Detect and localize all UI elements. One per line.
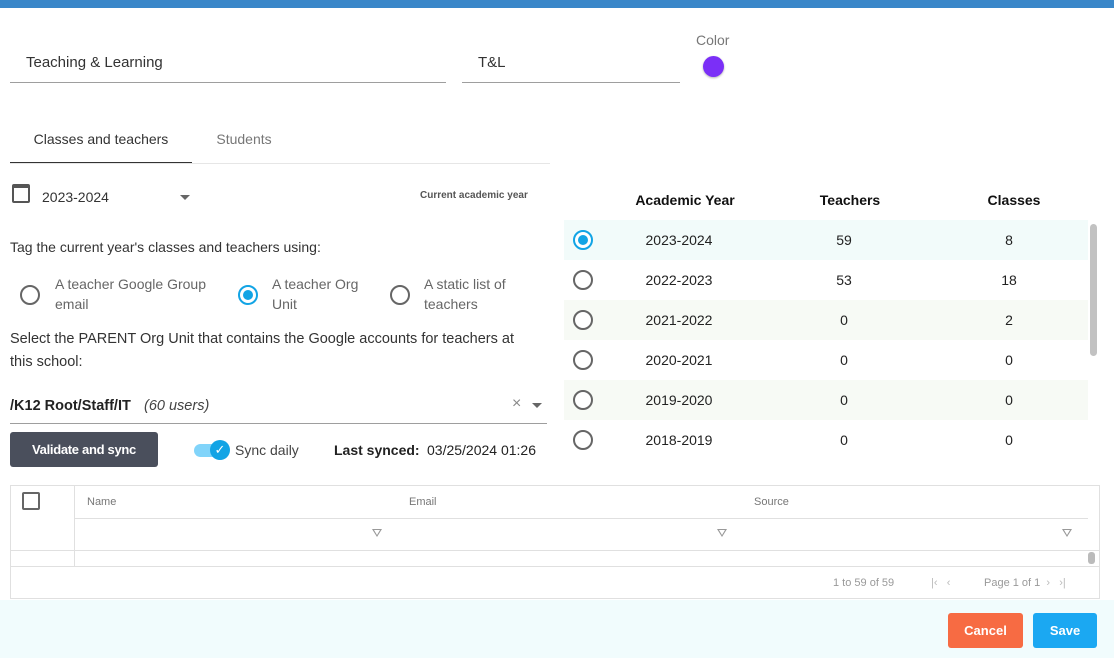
year-cell: 2018-2019 xyxy=(645,432,713,448)
sync-daily-label: Sync daily xyxy=(235,442,299,458)
year-row-radio[interactable] xyxy=(573,390,593,410)
option-static-list-radio[interactable] xyxy=(390,285,410,305)
grid-header-email[interactable]: Email xyxy=(409,496,437,508)
save-button[interactable]: Save xyxy=(1033,613,1097,648)
filter-icon[interactable] xyxy=(1062,529,1072,537)
filter-icon[interactable] xyxy=(717,529,727,537)
option-google-group-line2: email xyxy=(55,296,89,312)
teachers-grid: Name Email Source 1 to 59 of 59 |‹ ‹ Pag… xyxy=(10,485,1100,599)
col-header-teachers: Teachers xyxy=(819,192,881,208)
last-synced-label: Last synced: xyxy=(334,442,420,458)
year-row[interactable]: 2019-2020 0 0 xyxy=(564,380,1088,420)
current-academic-year-label: Current academic year xyxy=(420,190,528,201)
teachers-cell: 0 xyxy=(840,312,848,328)
short-name-field-value: T&L xyxy=(478,54,506,71)
year-cell: 2022-2023 xyxy=(645,272,713,288)
validate-and-sync-button[interactable]: Validate and sync xyxy=(10,432,158,467)
footer-bar xyxy=(0,600,1114,658)
tab-classes-and-teachers[interactable]: Classes and teachers xyxy=(10,118,192,164)
last-synced-value: 03/25/2024 01:26 xyxy=(427,442,536,458)
year-row[interactable]: 2023-2024 59 8 xyxy=(564,220,1088,260)
academic-year-select[interactable]: 2023-2024 xyxy=(10,181,200,211)
name-field[interactable]: Teaching & Learning xyxy=(10,8,446,83)
classes-cell: 0 xyxy=(1005,432,1013,448)
year-row[interactable]: 2022-2023 53 18 xyxy=(564,260,1088,300)
teachers-cell: 0 xyxy=(840,392,848,408)
year-row-radio[interactable] xyxy=(573,350,593,370)
tab-divider xyxy=(10,163,550,164)
grid-header-name[interactable]: Name xyxy=(87,496,116,508)
cancel-button[interactable]: Cancel xyxy=(948,613,1023,648)
teachers-cell: 0 xyxy=(840,352,848,368)
grid-column-divider xyxy=(74,486,75,566)
org-unit-user-count: (60 users) xyxy=(144,398,210,414)
grid-row-divider xyxy=(11,550,1099,551)
grid-header-source[interactable]: Source xyxy=(754,496,789,508)
year-cell: 2020-2021 xyxy=(645,352,713,368)
top-accent-bar xyxy=(0,0,1114,8)
color-swatch[interactable] xyxy=(703,56,724,77)
org-unit-select[interactable]: /K12 Root/Staff/IT (60 users) × xyxy=(10,388,547,424)
name-field-value: Teaching & Learning xyxy=(26,54,163,71)
option-static-list-line2: teachers xyxy=(424,296,478,312)
year-cell: 2021-2022 xyxy=(645,312,713,328)
filter-icon[interactable] xyxy=(372,529,382,537)
option-google-group-label: A teacher Google Group email xyxy=(55,274,206,314)
year-row-radio[interactable] xyxy=(573,270,593,290)
option-org-unit-line2: Unit xyxy=(272,296,297,312)
option-google-group-radio[interactable] xyxy=(20,285,40,305)
option-static-list-label: A static list of teachers xyxy=(424,274,506,314)
chevron-down-icon xyxy=(180,195,190,200)
option-org-unit-radio[interactable] xyxy=(238,285,258,305)
year-row-radio[interactable] xyxy=(573,310,593,330)
org-unit-path: /K12 Root/Staff/IT xyxy=(10,398,131,414)
year-cell: 2023-2024 xyxy=(645,232,713,248)
pager-range: 1 to 59 of 59 xyxy=(833,577,895,589)
academic-year-value: 2023-2024 xyxy=(42,189,109,205)
option-org-unit-line1: A teacher Org xyxy=(272,276,359,292)
teachers-cell: 53 xyxy=(836,272,852,288)
option-static-list-line1: A static list of xyxy=(424,276,506,292)
pager-page: Page 1 of 1 › ›| xyxy=(984,577,1066,589)
classes-cell: 0 xyxy=(1005,352,1013,368)
select-all-checkbox[interactable] xyxy=(22,492,40,510)
classes-cell: 8 xyxy=(1005,232,1013,248)
parent-org-unit-prompt: Select the PARENT Org Unit that contains… xyxy=(10,331,515,370)
classes-cell: 0 xyxy=(1005,392,1013,408)
clear-icon[interactable]: × xyxy=(512,395,521,413)
year-row[interactable]: 2021-2022 0 2 xyxy=(564,300,1088,340)
col-header-classes: Classes xyxy=(987,192,1041,208)
chevron-down-icon[interactable] xyxy=(532,403,542,408)
checkmark-icon: ✓ xyxy=(210,440,230,460)
pager-nav-prev-icons[interactable]: |‹ ‹ xyxy=(931,577,950,589)
grid-row-divider xyxy=(11,566,1099,567)
year-cell: 2019-2020 xyxy=(645,392,713,408)
color-label: Color xyxy=(696,32,730,48)
classes-cell: 18 xyxy=(1001,272,1017,288)
year-row[interactable]: 2018-2019 0 0 xyxy=(564,420,1088,460)
classes-cell: 2 xyxy=(1005,312,1013,328)
pager-page-text: Page 1 of 1 xyxy=(984,577,1041,589)
year-row[interactable]: 2020-2021 0 0 xyxy=(564,340,1088,380)
tab-students[interactable]: Students xyxy=(192,118,296,164)
year-row-radio[interactable] xyxy=(573,430,593,450)
short-name-field[interactable]: T&L xyxy=(462,8,680,83)
pager-nav-next-icons[interactable]: › ›| xyxy=(1046,577,1065,589)
sync-daily-toggle[interactable]: ✓ xyxy=(194,440,230,460)
teachers-cell: 59 xyxy=(836,232,852,248)
col-header-academic-year: Academic Year xyxy=(635,192,735,208)
year-row-radio[interactable] xyxy=(573,230,593,250)
teachers-cell: 0 xyxy=(840,432,848,448)
option-org-unit-label: A teacher Org Unit xyxy=(272,274,358,314)
grid-header-divider xyxy=(75,518,1088,519)
option-google-group-line1: A teacher Google Group xyxy=(55,276,206,292)
tag-prompt: Tag the current year's classes and teach… xyxy=(10,239,321,255)
grid-scrollbar[interactable] xyxy=(1088,552,1095,564)
calendar-icon xyxy=(12,184,30,203)
years-scrollbar[interactable] xyxy=(1090,224,1097,356)
